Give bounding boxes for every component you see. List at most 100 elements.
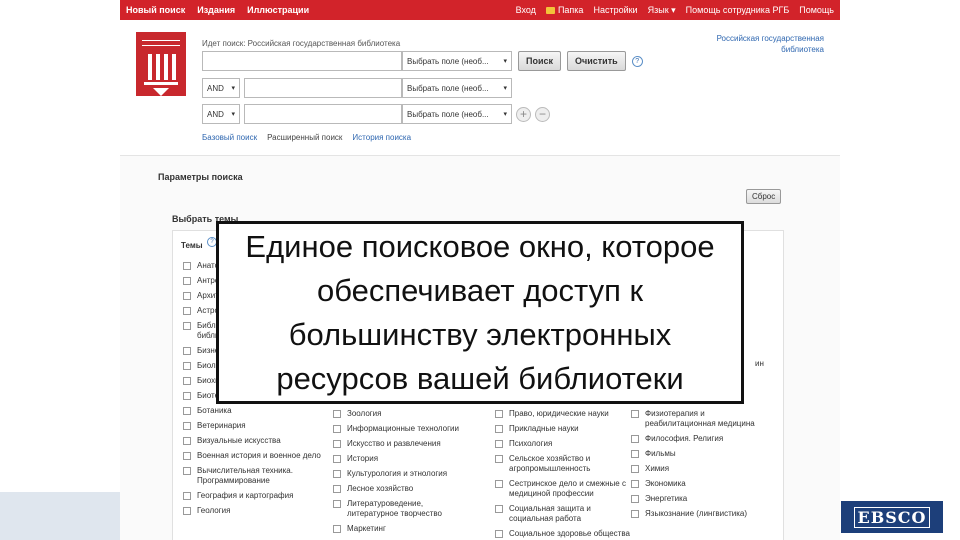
search-input-2[interactable] [244,78,402,98]
reset-button[interactable]: Сброс [746,189,782,204]
topic-item[interactable]: Фильмы [631,449,771,459]
topic-checkbox[interactable] [333,410,341,418]
topic-checkbox[interactable] [631,465,639,473]
topic-checkbox[interactable] [495,410,503,418]
topic-item[interactable]: Философия. Религия [631,434,771,444]
topic-checkbox[interactable] [183,322,191,330]
topic-checkbox[interactable] [183,362,191,370]
topic-checkbox[interactable] [631,450,639,458]
topic-item[interactable]: Языкознание (лингвистика) [631,509,771,519]
topic-item[interactable]: Лесное хозяйство [333,484,473,494]
topic-item[interactable]: Вычислительная техника. Программирование [183,466,323,486]
topic-label: Лесное хозяйство [347,484,414,493]
topic-checkbox[interactable] [183,407,191,415]
topic-item[interactable]: Сельское хозяйство и агропромышленность [495,454,635,474]
topic-checkbox[interactable] [183,262,191,270]
topic-checkbox[interactable] [631,410,639,418]
topic-checkbox[interactable] [631,480,639,488]
topic-item[interactable]: География и картография [183,491,323,501]
topic-item[interactable]: История [333,454,473,464]
topic-checkbox[interactable] [333,485,341,493]
topic-checkbox[interactable] [495,530,503,538]
topic-checkbox[interactable] [333,425,341,433]
topic-label: Философия. Религия [645,434,724,443]
operator-select-2[interactable]: AND ▾ [202,104,240,124]
topic-item[interactable]: Искусство и развлечения [333,439,473,449]
field-select-1[interactable]: Выбрать поле (необ... ▾ [402,51,512,71]
topic-checkbox[interactable] [183,452,191,460]
topic-checkbox[interactable] [333,500,341,508]
topic-label: Языкознание (лингвистика) [645,509,748,518]
images-link[interactable]: Иллюстрации [247,5,309,15]
topic-item[interactable]: Прикладные науки [495,424,635,434]
topic-item[interactable]: Физиотерапия и реабилитационная медицина [631,409,771,429]
topic-checkbox[interactable] [183,347,191,355]
language-menu[interactable]: Язык ▾ [648,5,676,16]
topic-item[interactable]: Культурология и этнология [333,469,473,479]
topic-checkbox[interactable] [631,510,639,518]
topic-label: Ботаника [197,406,232,415]
topic-checkbox[interactable] [183,292,191,300]
help-link[interactable]: Помощь [799,5,834,15]
topic-checkbox[interactable] [183,392,191,400]
topic-item[interactable]: Психология [495,439,635,449]
topic-checkbox[interactable] [631,495,639,503]
folder-icon [545,7,555,14]
topic-item[interactable]: Военная история и военное дело [183,451,323,461]
topic-checkbox[interactable] [333,525,341,533]
clear-button[interactable]: Очистить [567,51,626,71]
topic-item[interactable]: Геология [183,506,323,516]
topic-checkbox[interactable] [333,470,341,478]
topic-checkbox[interactable] [631,435,639,443]
publications-link[interactable]: Издания [197,5,235,15]
staff-help-link[interactable]: Помощь сотрудника РГБ [686,5,790,15]
topic-item[interactable]: Социальная защита и социальная работа [495,504,635,524]
topic-checkbox[interactable] [183,507,191,515]
topic-checkbox[interactable] [183,377,191,385]
topic-checkbox[interactable] [183,467,191,475]
topic-item[interactable]: Литературоведение, литературное творчест… [333,499,473,519]
topic-checkbox[interactable] [333,440,341,448]
help-icon[interactable]: ? [631,55,643,67]
topic-checkbox[interactable] [495,505,503,513]
field-select-2[interactable]: Выбрать поле (необ... ▾ [402,78,512,98]
topic-checkbox[interactable] [495,480,503,488]
topic-item[interactable]: Экономика [631,479,771,489]
topic-checkbox[interactable] [183,307,191,315]
remove-row-icon[interactable]: − [535,106,550,122]
topic-item[interactable]: Социальное здоровье общества [495,529,635,539]
search-input-3[interactable] [244,104,402,124]
topic-checkbox[interactable] [183,277,191,285]
topic-item[interactable]: Право, юридические науки [495,409,635,419]
topic-item[interactable]: Энергетика [631,494,771,504]
folder-link[interactable]: Папка [545,5,583,15]
basic-search-link[interactable]: Базовый поиск [202,133,257,142]
search-input-1[interactable] [202,51,402,71]
topic-checkbox[interactable] [183,422,191,430]
topic-item[interactable]: Информационные технологии [333,424,473,434]
topic-checkbox[interactable] [183,492,191,500]
logo-column [172,54,176,80]
topic-item[interactable]: Сестринское дело и смежные с медициной п… [495,479,635,499]
preferences-link[interactable]: Настройки [593,5,637,15]
field-select-3[interactable]: Выбрать поле (необ... ▾ [402,104,512,124]
search-button[interactable]: Поиск [518,51,562,71]
topic-item[interactable]: Зоология [333,409,473,419]
add-row-icon[interactable]: + [516,106,531,122]
operator-select-1[interactable]: AND ▾ [202,78,240,98]
new-search-link[interactable]: Новый поиск [126,5,185,15]
topic-checkbox[interactable] [183,437,191,445]
topic-item[interactable]: Ветеринария [183,421,323,431]
topic-checkbox[interactable] [495,425,503,433]
topic-item[interactable]: Визуальные искусства [183,436,323,446]
search-history-link[interactable]: История поиска [352,133,411,142]
sign-in-link[interactable]: Вход [516,5,536,15]
advanced-search-link[interactable]: Расширенный поиск [267,133,342,142]
topic-checkbox[interactable] [333,455,341,463]
topic-checkbox[interactable] [495,455,503,463]
topic-label: Социальное здоровье общества [509,529,630,538]
topic-item[interactable]: Химия [631,464,771,474]
topic-item[interactable]: Маркетинг [333,524,473,534]
topic-checkbox[interactable] [495,440,503,448]
topic-item[interactable]: Ботаника [183,406,323,416]
